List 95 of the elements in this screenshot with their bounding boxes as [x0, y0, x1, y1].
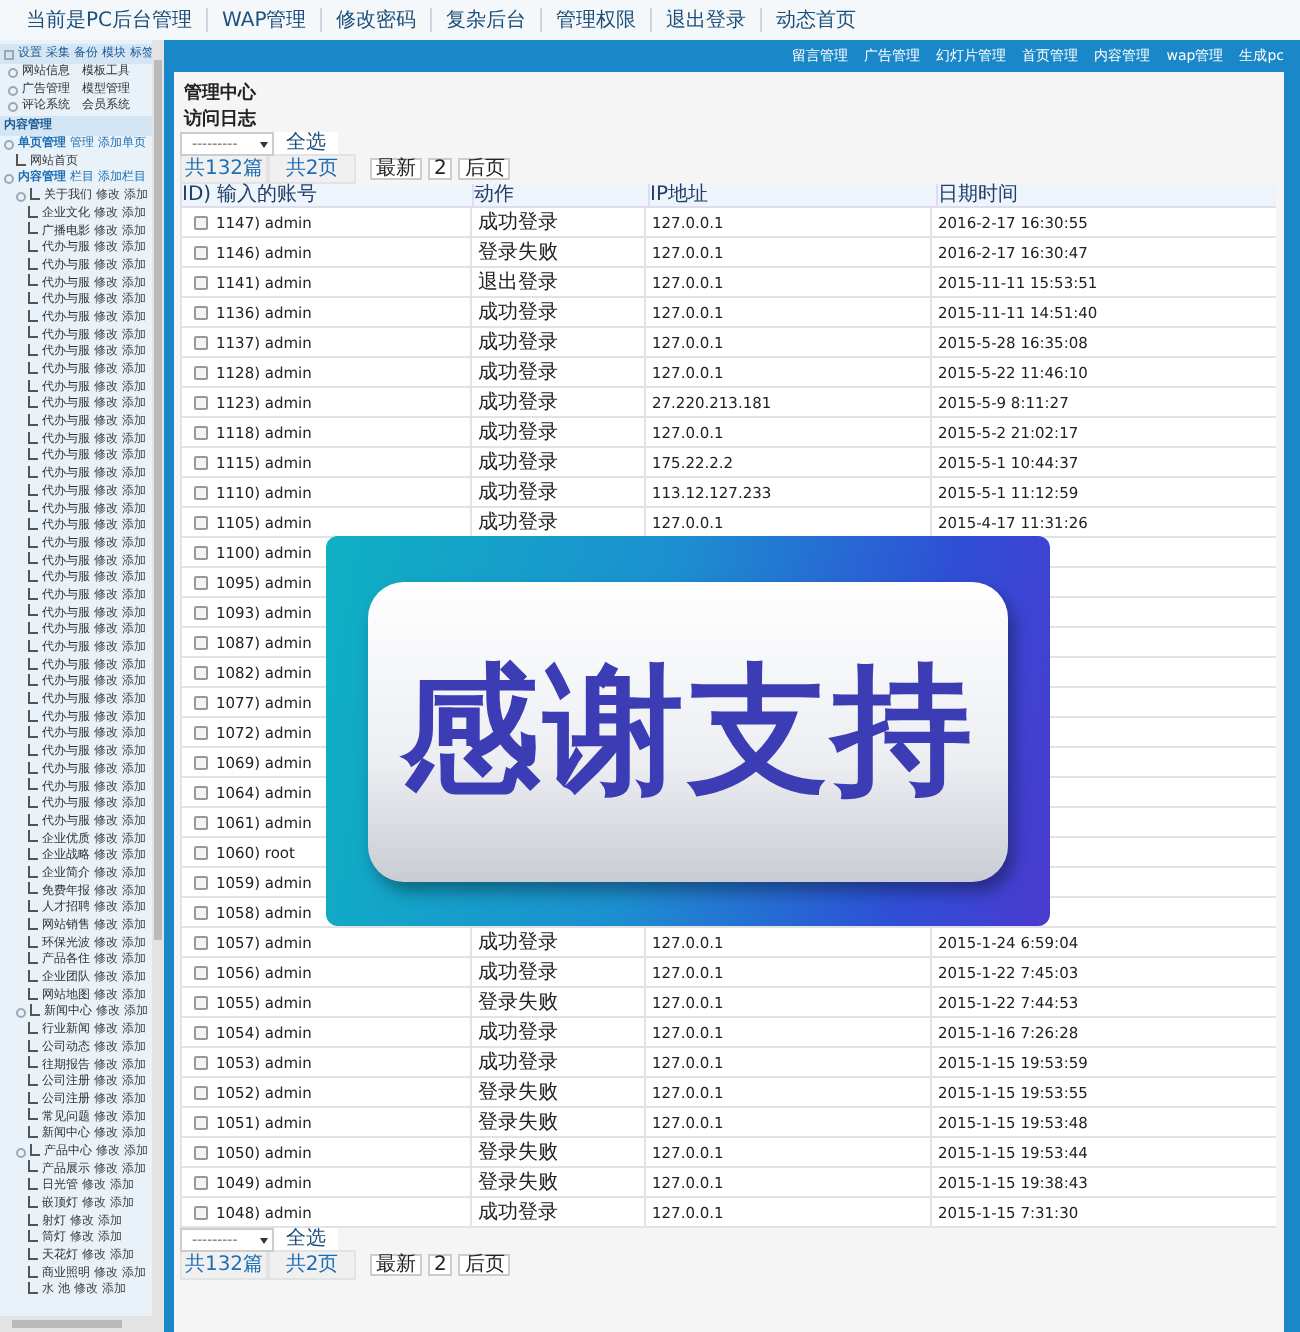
nav-link[interactable]: 管理权限: [542, 6, 651, 34]
checkbox[interactable]: [194, 455, 208, 469]
table-cell-text: 成功登录: [478, 389, 558, 416]
nav-link[interactable]: 动态首页: [762, 6, 871, 34]
checkbox[interactable]: [194, 695, 208, 709]
checkbox[interactable]: [194, 215, 208, 229]
checkbox[interactable]: [194, 335, 208, 349]
table-cell-text: 登录失败: [478, 989, 558, 1016]
table-cell-text: 成功登录: [478, 359, 558, 386]
checkbox[interactable]: [194, 905, 208, 919]
checkbox[interactable]: [194, 545, 208, 559]
nav-link[interactable]: 复杂后台: [432, 6, 541, 34]
bullet-icon: [4, 139, 14, 150]
page-button[interactable]: 最新: [370, 1254, 422, 1276]
checkbox[interactable]: [194, 875, 208, 889]
checkbox[interactable]: [194, 665, 208, 679]
bullet-icon: [8, 85, 18, 96]
checkbox[interactable]: [194, 1085, 208, 1099]
checkbox[interactable]: [194, 785, 208, 799]
nav-link[interactable]: 当前是PC后台管理: [12, 6, 207, 34]
scrollbar[interactable]: [0, 1316, 164, 1332]
checkbox[interactable]: [194, 575, 208, 589]
checkbox[interactable]: [194, 1205, 208, 1219]
table-cell-text: 登录失败: [478, 1139, 558, 1166]
bullet-icon: [16, 191, 26, 202]
table-cell-text: 成功登录: [478, 329, 558, 356]
nav-link[interactable]: 退出登录: [652, 6, 761, 34]
table-cell-text: 登录失败: [478, 239, 558, 266]
bullet-icon: [8, 102, 18, 113]
bullet-icon: [4, 174, 14, 185]
bullet-icon: [16, 1147, 26, 1158]
checkbox[interactable]: [194, 1055, 208, 1069]
checkbox[interactable]: [194, 365, 208, 379]
page-button[interactable]: 后页: [458, 158, 511, 180]
page-button[interactable]: 最新: [370, 158, 422, 180]
total-pages-label: 共2页: [268, 1250, 356, 1280]
checkbox[interactable]: [194, 995, 208, 1009]
table-cell-text: 成功登录: [478, 419, 558, 446]
table-cell-text: 退出登录: [478, 269, 558, 296]
checkbox[interactable]: [194, 755, 208, 769]
table-cell-text: 成功登录: [478, 1199, 558, 1226]
caret-icon: [260, 1238, 268, 1244]
caret-icon: [260, 142, 268, 148]
bullet-icon: [4, 49, 14, 59]
page-button[interactable]: 2: [428, 1254, 453, 1276]
bullet-icon: [8, 67, 18, 78]
column-header: 日期时间: [936, 184, 1276, 206]
checkbox[interactable]: [194, 245, 208, 259]
checkbox[interactable]: [194, 965, 208, 979]
page-title: 管理中心: [182, 80, 258, 108]
section-title: 访问日志: [181, 108, 258, 132]
checkbox[interactable]: [194, 1175, 208, 1189]
checkbox[interactable]: [194, 1145, 208, 1159]
checkbox[interactable]: [194, 635, 208, 649]
checkbox[interactable]: [194, 305, 208, 319]
total-items-label: 共132篇: [180, 154, 268, 184]
table-cell-text: 登录失败: [478, 1169, 558, 1196]
checkbox[interactable]: [194, 1025, 208, 1039]
checkbox[interactable]: [194, 1115, 208, 1129]
table-cell-text: 成功登录: [478, 449, 558, 476]
checkbox[interactable]: [194, 485, 208, 499]
bullet-icon: [16, 1008, 26, 1019]
nav-link[interactable]: 修改密码: [322, 6, 431, 34]
select-all-button[interactable]: 全选: [274, 132, 338, 156]
table-cell-text: 成功登录: [478, 509, 558, 536]
checkbox[interactable]: [194, 275, 208, 289]
table-cell-text: 成功登录: [478, 479, 558, 506]
checkbox[interactable]: [194, 515, 208, 529]
column-header: ID) 输入的账号: [180, 184, 472, 206]
checkbox[interactable]: [194, 395, 208, 409]
checkbox[interactable]: [194, 815, 208, 829]
tree-branch-icon: [16, 153, 26, 166]
table-cell-text: 登录失败: [478, 1079, 558, 1106]
table-cell-text: 成功登录: [478, 1019, 558, 1046]
banner-text: 感谢支持: [400, 645, 976, 815]
nav-link[interactable]: WAP管理: [208, 6, 321, 34]
table-cell-text: 登录失败: [478, 1109, 558, 1136]
page-button[interactable]: 后页: [458, 1254, 511, 1276]
scrollbar[interactable]: [152, 40, 164, 1316]
total-items-label: 共132篇: [180, 1250, 268, 1280]
checkbox[interactable]: [194, 725, 208, 739]
table-cell-text: 成功登录: [478, 929, 558, 956]
column-header: 动作: [472, 184, 648, 206]
checkbox[interactable]: [194, 425, 208, 439]
table-cell-text: 成功登录: [478, 959, 558, 986]
column-header: IP地址: [648, 184, 936, 206]
total-pages-label: 共2页: [268, 154, 356, 184]
table-cell-text: 成功登录: [478, 1049, 558, 1076]
table-cell-text: 成功登录: [478, 209, 558, 236]
select-all-button[interactable]: 全选: [274, 1228, 338, 1252]
page-button[interactable]: 2: [428, 158, 453, 180]
table-cell-text: 成功登录: [478, 299, 558, 326]
checkbox[interactable]: [194, 605, 208, 619]
checkbox[interactable]: [194, 845, 208, 859]
checkbox[interactable]: [194, 935, 208, 949]
